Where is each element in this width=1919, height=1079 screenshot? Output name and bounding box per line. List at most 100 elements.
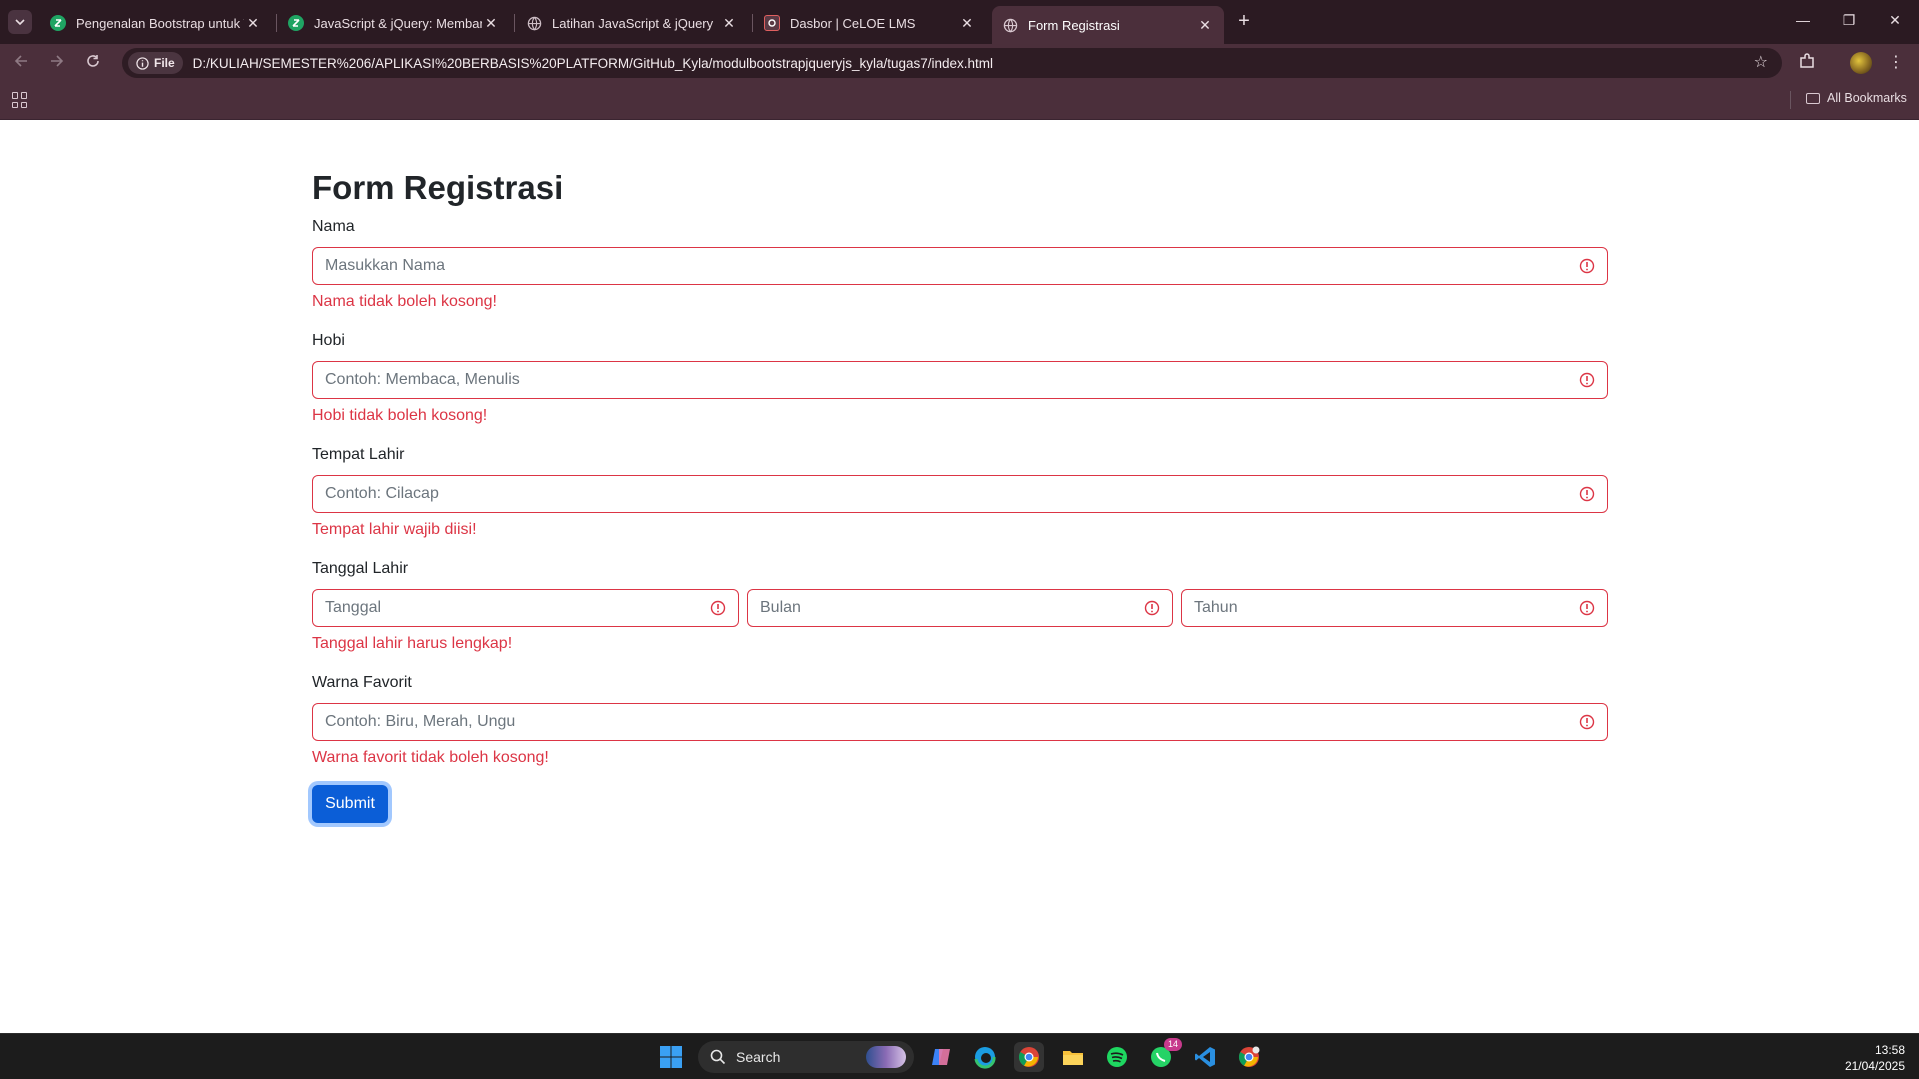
warning-icon — [1579, 486, 1595, 502]
hobi-label: Hobi — [312, 332, 345, 349]
hobi-input[interactable] — [313, 362, 1579, 398]
tab-javascript-jquery[interactable]: JavaScript & jQuery: Membang ✕ — [278, 6, 510, 40]
warning-icon — [1579, 714, 1595, 730]
reload-icon — [87, 55, 99, 67]
warna-favorit-label: Warna Favorit — [312, 674, 412, 691]
globe-icon — [1002, 17, 1018, 33]
green-logo-icon — [50, 15, 66, 31]
info-icon — [136, 56, 149, 70]
chevron-down-icon — [15, 19, 25, 26]
tab-title: Form Registrasi — [1028, 17, 1120, 33]
warna-favorit-input[interactable] — [313, 704, 1579, 740]
star-icon[interactable]: ☆ — [1754, 52, 1768, 72]
nama-error: Nama tidak boleh kosong! — [312, 293, 497, 310]
globe-icon — [526, 15, 542, 31]
warning-icon — [1579, 372, 1595, 388]
warning-icon — [710, 600, 726, 616]
search-label: Search — [736, 1049, 781, 1065]
site-info-chip[interactable]: File — [128, 52, 183, 74]
tanggal-field[interactable] — [312, 589, 739, 627]
windows-start-icon[interactable] — [656, 1042, 686, 1072]
folder-icon — [1806, 92, 1820, 104]
new-tab-button[interactable]: + — [1232, 10, 1256, 34]
more-menu-icon[interactable]: ⋮ — [1888, 52, 1904, 72]
close-window-button[interactable]: ✕ — [1872, 6, 1918, 34]
forward-arrow-icon — [51, 55, 64, 67]
bulan-field[interactable] — [747, 589, 1173, 627]
whatsapp-icon[interactable]: 14 — [1146, 1038, 1182, 1072]
tempat-lahir-label: Tempat Lahir — [312, 446, 405, 463]
clock-date: 21/04/2025 — [1844, 1059, 1905, 1073]
close-icon[interactable]: ✕ — [482, 15, 500, 32]
tempat-lahir-input[interactable] — [313, 476, 1579, 512]
tahun-input[interactable] — [1182, 590, 1579, 626]
tab-title: JavaScript & jQuery: Membang — [314, 15, 482, 31]
all-bookmarks-button[interactable]: All Bookmarks — [1806, 91, 1907, 105]
tempat-lahir-error: Tempat lahir wajib diisi! — [312, 521, 477, 538]
page-content: Form Registrasi Nama Nama tidak boleh ko… — [0, 121, 1919, 1033]
tanggal-lahir-error: Tanggal lahir harus lengkap! — [312, 635, 513, 652]
nama-label: Nama — [312, 218, 355, 235]
file-explorer-icon[interactable] — [1058, 1042, 1088, 1072]
celoe-icon — [764, 15, 780, 31]
taskbar-search[interactable]: Search — [698, 1041, 914, 1073]
clock-time: 13:58 — [1874, 1043, 1905, 1057]
restore-button[interactable]: ❐ — [1826, 6, 1872, 34]
warning-icon — [1579, 258, 1595, 274]
close-icon[interactable]: ✕ — [958, 15, 976, 32]
warning-icon — [1579, 600, 1595, 616]
tahun-field[interactable] — [1181, 589, 1608, 627]
green-logo-icon — [288, 15, 304, 31]
browser-toolbar: File D:/KULIAH/SEMESTER%206/APLIKASI%20B… — [0, 44, 1919, 82]
search-icon — [710, 1049, 726, 1065]
back-button[interactable] — [8, 51, 34, 77]
taskbar: Search 14 13:58 21/04/2025 — [0, 1033, 1919, 1079]
file-label: File — [154, 56, 175, 70]
chrome-icon[interactable] — [1014, 1042, 1044, 1072]
tab-latihan[interactable]: Latihan JavaScript & jQuery ✕ — [516, 6, 748, 40]
spotify-icon[interactable] — [1102, 1042, 1132, 1072]
back-arrow-icon — [14, 55, 27, 67]
copilot-icon[interactable] — [926, 1042, 956, 1072]
apps-grid-icon[interactable] — [12, 92, 28, 108]
bulan-input[interactable] — [748, 590, 1144, 626]
address-bar[interactable]: File D:/KULIAH/SEMESTER%206/APLIKASI%20B… — [122, 48, 1782, 78]
tab-celoe[interactable]: Dasbor | CeLOE LMS ✕ — [754, 6, 986, 40]
tab-bootstrap[interactable]: Pengenalan Bootstrap untuk W ✕ — [40, 6, 272, 40]
minimize-button[interactable]: — — [1780, 6, 1826, 34]
tanggal-input[interactable] — [313, 590, 710, 626]
close-icon[interactable]: ✕ — [720, 15, 738, 32]
nama-field[interactable] — [312, 247, 1608, 285]
notification-badge: 14 — [1163, 1038, 1182, 1051]
tab-strip: Pengenalan Bootstrap untuk W ✕ JavaScrip… — [0, 0, 1919, 44]
hobi-field[interactable] — [312, 361, 1608, 399]
url-text[interactable]: D:/KULIAH/SEMESTER%206/APLIKASI%20BERBAS… — [193, 56, 993, 71]
tab-form-registrasi[interactable]: Form Registrasi ✕ — [992, 6, 1224, 44]
close-icon[interactable]: ✕ — [244, 15, 262, 32]
system-clock[interactable]: 13:58 21/04/2025 — [1845, 1042, 1905, 1074]
bookmarks-bar: All Bookmarks — [0, 82, 1919, 120]
tab-title: Pengenalan Bootstrap untuk W — [76, 15, 244, 31]
hobi-error: Hobi tidak boleh kosong! — [312, 407, 488, 424]
forward-button[interactable] — [44, 51, 70, 77]
submit-button[interactable]: Submit — [312, 785, 388, 823]
reload-button[interactable] — [80, 51, 106, 77]
search-highlight-icon — [866, 1046, 906, 1068]
tanggal-lahir-label: Tanggal Lahir — [312, 560, 409, 577]
nama-input[interactable] — [313, 248, 1579, 284]
edge-icon[interactable] — [970, 1042, 1000, 1072]
tempat-lahir-field[interactable] — [312, 475, 1608, 513]
close-icon[interactable]: ✕ — [1196, 17, 1214, 34]
tab-title: Dasbor | CeLOE LMS — [790, 15, 916, 31]
all-bookmarks-label: All Bookmarks — [1827, 91, 1907, 105]
warna-favorit-error: Warna favorit tidak boleh kosong! — [312, 749, 549, 766]
vscode-icon[interactable] — [1190, 1042, 1220, 1072]
profile-avatar[interactable] — [1850, 52, 1872, 74]
warning-icon — [1144, 600, 1160, 616]
tab-search-button[interactable] — [8, 10, 32, 34]
page-title: Form Registrasi — [312, 169, 564, 206]
warna-favorit-field[interactable] — [312, 703, 1608, 741]
tab-title: Latihan JavaScript & jQuery — [552, 15, 714, 31]
chrome-profile-icon[interactable] — [1234, 1042, 1264, 1072]
extensions-icon[interactable] — [1796, 52, 1818, 74]
